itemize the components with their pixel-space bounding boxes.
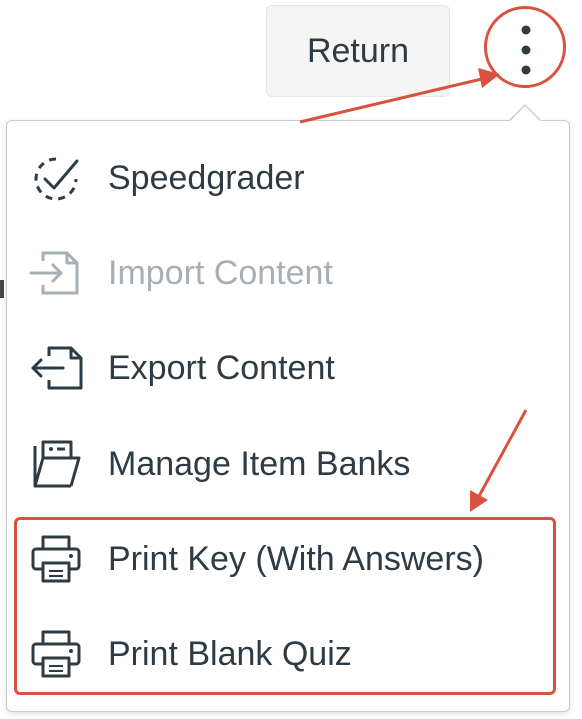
- menu-item-manage-item-banks[interactable]: Manage Item Banks: [26, 429, 410, 499]
- background-edge-mark: [0, 280, 4, 298]
- more-options-button[interactable]: [490, 8, 562, 92]
- menu-item-label: Import Content: [108, 253, 333, 292]
- menu-item-import-content: Import Content: [26, 238, 333, 308]
- menu-caret-fill: [510, 106, 540, 121]
- import-icon: [26, 245, 86, 301]
- menu-item-label: Print Key (With Answers): [108, 539, 484, 578]
- menu-item-label: Speedgrader: [108, 158, 305, 197]
- menu-item-print-blank-quiz[interactable]: Print Blank Quiz: [26, 619, 352, 689]
- kebab-vertical-icon: [521, 25, 531, 75]
- menu-item-label: Export Content: [108, 348, 335, 387]
- menu-item-label: Manage Item Banks: [108, 444, 411, 483]
- menu-item-speedgrader[interactable]: Speedgrader: [26, 143, 305, 213]
- return-button-label: Return: [306, 31, 410, 70]
- speedgrader-icon: [26, 150, 86, 206]
- menu-item-print-key[interactable]: Print Key (With Answers): [26, 524, 484, 594]
- export-icon: [26, 340, 86, 396]
- return-button[interactable]: Return: [266, 5, 450, 97]
- printer-icon: [26, 626, 86, 682]
- menu-item-export-content[interactable]: Export Content: [26, 333, 335, 403]
- printer-icon: [26, 531, 86, 587]
- page: Return Speedgrader Import Content Export…: [0, 0, 582, 719]
- item-bank-folder-icon: [26, 436, 86, 492]
- menu-item-label: Print Blank Quiz: [108, 634, 352, 673]
